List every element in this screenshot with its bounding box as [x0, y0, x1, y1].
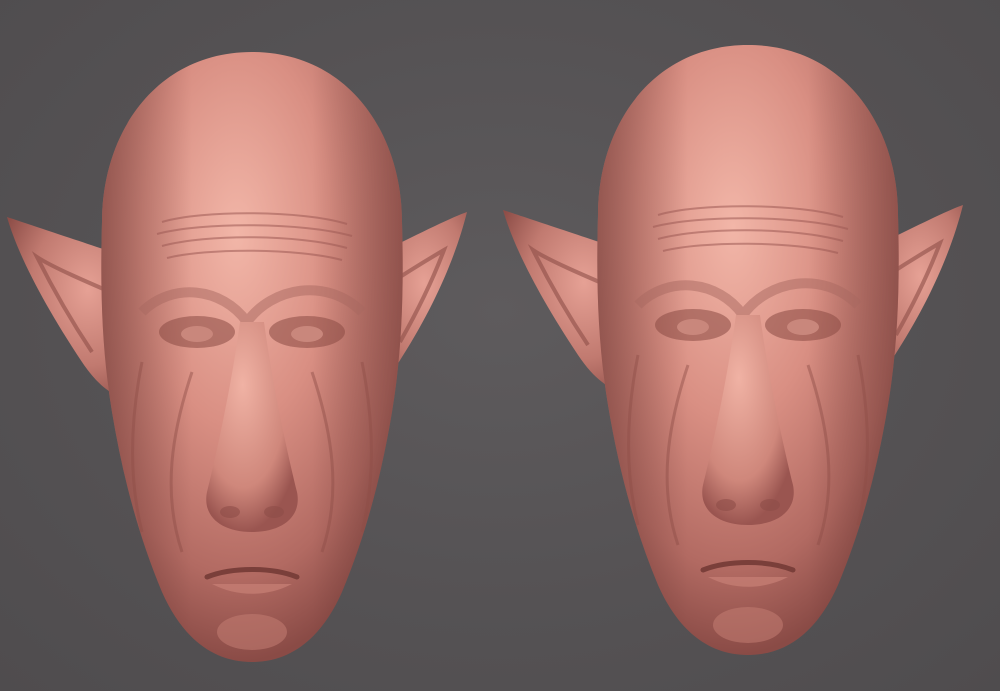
- sculpt-render: [0, 0, 1000, 691]
- goblin-head-right: [503, 45, 963, 655]
- sculpt-viewport: [0, 0, 1000, 691]
- goblin-head-left: [7, 52, 467, 662]
